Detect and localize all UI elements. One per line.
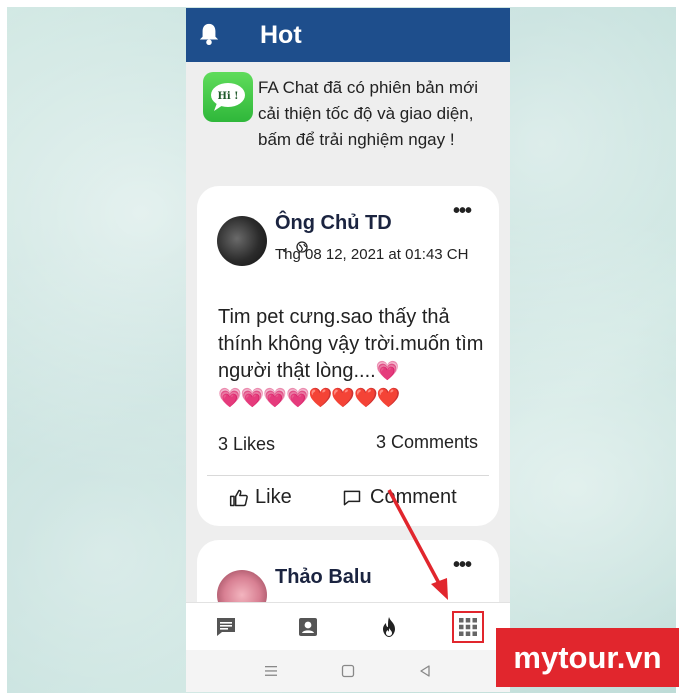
more-options-icon[interactable]: ••• — [453, 554, 472, 577]
hearts-line-1: 💗 — [375, 361, 400, 382]
post-text: Tim pet cưng.sao thấy thả thính không vậ… — [218, 304, 488, 412]
back-icon[interactable] — [418, 664, 432, 678]
chat-icon[interactable] — [214, 615, 238, 639]
bottom-nav — [186, 602, 510, 650]
comment-icon — [343, 490, 361, 505]
update-notice[interactable]: Hi ! FA Chat đã có phiên bản mới cải thi… — [186, 62, 510, 182]
post-body: Tim pet cưng.sao thấy thả thính không vậ… — [218, 306, 484, 382]
home-icon[interactable] — [341, 664, 355, 678]
notice-text: FA Chat đã có phiên bản mới cải thiện tố… — [258, 78, 479, 149]
comment-button[interactable]: Comment — [342, 486, 457, 509]
profile-icon[interactable] — [296, 615, 320, 639]
brand-watermark: mytour.vn — [496, 628, 679, 687]
fire-icon[interactable] — [377, 615, 401, 639]
phone-screen: Hot Hi ! FA Chat đã có phiên bản mới cải… — [186, 8, 510, 692]
app-bar: Hot — [186, 8, 510, 62]
hearts-line-2: 💗💗💗💗❤️❤️❤️❤️ — [218, 388, 400, 409]
more-options-icon[interactable]: ••• — [453, 200, 472, 223]
like-button[interactable]: Like — [229, 486, 292, 509]
apps-highlight-box — [452, 611, 484, 643]
divider — [207, 475, 489, 476]
avatar[interactable] — [217, 216, 267, 266]
fa-chat-app-icon: Hi ! — [203, 72, 253, 122]
comments-count[interactable]: 3 Comments — [376, 432, 478, 453]
bell-icon[interactable] — [198, 21, 220, 47]
post-author[interactable]: Ông Chủ TD — [275, 212, 392, 235]
thumbs-up-icon — [229, 489, 248, 506]
post-card: Ông Chủ TD ••• Thg 08 12, 2021 at 01:43 … — [197, 186, 499, 526]
chat-icon-text: Hi ! — [217, 91, 238, 102]
page-title: Hot — [260, 21, 302, 49]
recent-apps-icon[interactable] — [264, 664, 278, 678]
comment-label: Comment — [370, 486, 457, 508]
globe-icon — [296, 241, 308, 253]
system-nav-bar — [186, 650, 510, 692]
like-label: Like — [255, 486, 292, 508]
post-author[interactable]: Thảo Balu — [275, 566, 372, 589]
separator-dot — [283, 249, 286, 252]
likes-count[interactable]: 3 Likes — [218, 434, 275, 455]
